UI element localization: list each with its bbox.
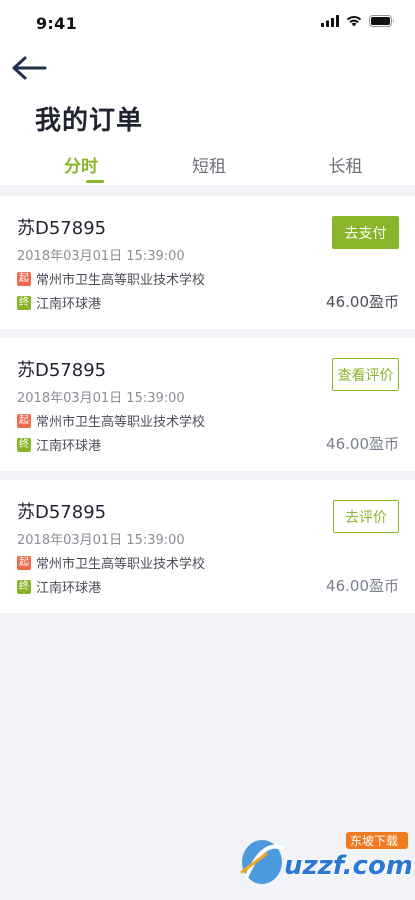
start-badge: 起 — [17, 271, 31, 286]
order-plate: 苏D57895 — [17, 218, 107, 239]
start-badge: 起 — [17, 555, 31, 570]
status-icons — [321, 15, 395, 27]
page-title: 我的订单 — [35, 106, 144, 136]
start-location: 常州市卫生高等职业技术学校 — [36, 273, 206, 288]
start-location: 常州市卫生高等职业技术学校 — [36, 557, 206, 572]
end-location: 江南环球港 — [36, 297, 102, 312]
view-review-button[interactable]: 查看评价 — [332, 358, 399, 391]
tab-hourly[interactable]: 分时 — [0, 152, 138, 185]
end-badge: 终 — [17, 437, 31, 452]
route-start: 起 常州市卫生高等职业技术学校 — [17, 411, 205, 430]
order-datetime: 2018年03月01日 15:39:00 — [17, 533, 185, 548]
back-button[interactable] — [8, 52, 50, 84]
header-area: 9:41 我的订单 分时 短租 长租 — [0, 0, 415, 185]
start-badge: 起 — [17, 413, 31, 428]
wifi-icon — [346, 16, 362, 27]
active-tab-indicator — [86, 180, 104, 183]
order-price: 46.00盈币 — [326, 577, 399, 595]
order-tabs: 分时 短租 长租 — [0, 152, 415, 185]
order-card[interactable]: 苏D57895 2018年03月01日 15:39:00 起 常州市卫生高等职业… — [0, 196, 415, 329]
end-location: 江南环球港 — [36, 439, 102, 454]
start-location: 常州市卫生高等职业技术学校 — [36, 415, 206, 430]
tab-short-rent[interactable]: 短租 — [138, 152, 276, 185]
route-end: 终 江南环球港 — [17, 435, 101, 454]
order-price: 46.00盈币 — [326, 293, 399, 311]
site-watermark-logo: uzzf.com 东坡下载 — [240, 832, 411, 884]
back-arrow-icon — [12, 56, 47, 80]
end-badge: 终 — [17, 579, 31, 594]
order-datetime: 2018年03月01日 15:39:00 — [17, 391, 185, 406]
route-end: 终 江南环球港 — [17, 293, 101, 312]
svg-text:东坡下载: 东坡下载 — [350, 834, 398, 848]
status-bar: 9:41 — [0, 0, 415, 48]
route-start: 起 常州市卫生高等职业技术学校 — [17, 553, 205, 572]
end-location: 江南环球港 — [36, 581, 102, 596]
order-price: 46.00盈币 — [326, 435, 399, 453]
order-plate: 苏D57895 — [17, 360, 107, 381]
route-start: 起 常州市卫生高等职业技术学校 — [17, 269, 205, 288]
order-card[interactable]: 苏D57895 2018年03月01日 15:39:00 起 常州市卫生高等职业… — [0, 338, 415, 471]
order-datetime: 2018年03月01日 15:39:00 — [17, 249, 185, 264]
pay-button[interactable]: 去支付 — [332, 216, 399, 249]
order-card[interactable]: 苏D57895 2018年03月01日 15:39:00 起 常州市卫生高等职业… — [0, 480, 415, 613]
route-end: 终 江南环球港 — [17, 577, 101, 596]
order-plate: 苏D57895 — [17, 502, 107, 523]
order-list: 苏D57895 2018年03月01日 15:39:00 起 常州市卫生高等职业… — [0, 196, 415, 622]
status-time: 9:41 — [36, 14, 77, 33]
signal-icon — [321, 15, 339, 27]
review-button[interactable]: 去评价 — [333, 500, 399, 533]
tab-long-rent[interactable]: 长租 — [276, 152, 415, 185]
svg-text:uzzf.com: uzzf.com — [284, 851, 411, 881]
battery-icon — [369, 15, 394, 27]
end-badge: 终 — [17, 295, 31, 310]
